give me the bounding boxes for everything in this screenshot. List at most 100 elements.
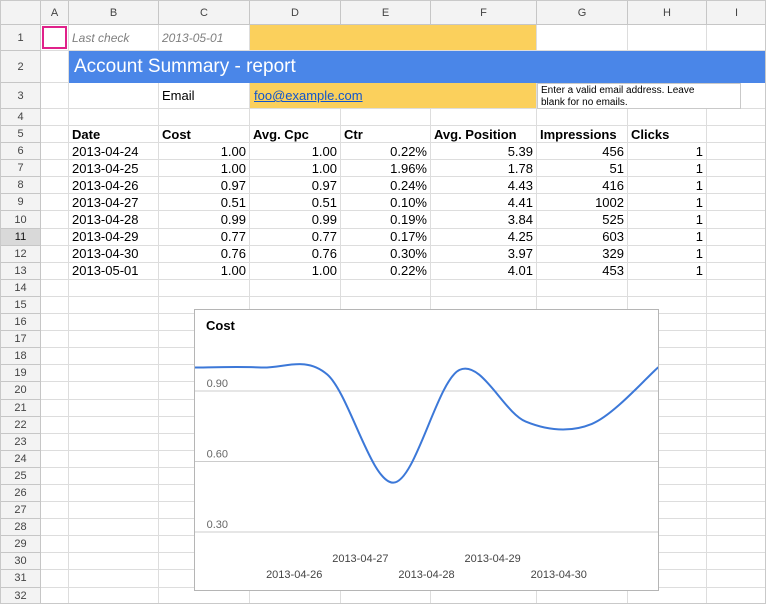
cell-I28[interactable] [707,519,766,536]
cell-F9[interactable]: 4.41 [431,194,537,211]
cell-B25[interactable] [69,468,159,485]
cell-H9[interactable]: 1 [628,194,707,211]
cell-B29[interactable] [69,536,159,553]
row-header-13[interactable]: 13 [1,263,41,280]
column-header-F[interactable]: F [431,1,537,25]
cell-E7[interactable]: 1.96% [341,160,431,177]
cell-A9[interactable] [41,194,69,211]
cell-H4[interactable] [628,109,707,126]
cell-I14[interactable] [707,280,766,297]
cell-C5[interactable]: Cost [159,126,250,143]
cell-D10[interactable]: 0.99 [250,211,341,228]
cell-A31[interactable] [41,570,69,587]
cell-B28[interactable] [69,519,159,536]
cell-F14[interactable] [431,280,537,297]
cell-I22[interactable] [707,417,766,434]
cell-A10[interactable] [41,211,69,228]
cell-B10[interactable]: 2013-04-28 [69,211,159,228]
cell-A6[interactable] [41,143,69,160]
cell-B5[interactable]: Date [69,126,159,143]
cell-I29[interactable] [707,536,766,553]
cell-E11[interactable]: 0.17% [341,229,431,246]
row-header-10[interactable]: 10 [1,211,41,228]
column-header-H[interactable]: H [628,1,707,25]
cost-chart[interactable]: 0.300.600.902013-04-262013-04-272013-04-… [194,309,659,591]
cell-A20[interactable] [41,382,69,399]
cell-I30[interactable] [707,553,766,570]
cell-I12[interactable] [707,246,766,263]
cell-I11[interactable] [707,229,766,246]
cell-I31[interactable] [707,570,766,587]
cell-I17[interactable] [707,331,766,348]
row-header-1[interactable]: 1 [1,25,41,51]
cell-B3[interactable] [69,83,159,109]
cell-E13[interactable]: 0.22% [341,263,431,280]
row-header-31[interactable]: 31 [1,570,41,587]
cell-B32[interactable] [69,588,159,604]
cell-I13[interactable] [707,263,766,280]
cell-I27[interactable] [707,502,766,519]
cell-I15[interactable] [707,297,766,314]
cell-I4[interactable] [707,109,766,126]
cell-C3[interactable]: Email [159,83,250,109]
cell-D9[interactable]: 0.51 [250,194,341,211]
row-header-11[interactable]: 11 [1,229,41,246]
cell-I16[interactable] [707,314,766,331]
cell-G4[interactable] [537,109,628,126]
cell-B8[interactable]: 2013-04-26 [69,177,159,194]
column-header-G[interactable]: G [537,1,628,25]
cell-B26[interactable] [69,485,159,502]
cell-D11[interactable]: 0.77 [250,229,341,246]
cell-G6[interactable]: 456 [537,143,628,160]
cell-A23[interactable] [41,434,69,451]
cell-C4[interactable] [159,109,250,126]
cell-D7[interactable]: 1.00 [250,160,341,177]
row-header-9[interactable]: 9 [1,194,41,211]
cell-I5[interactable] [707,126,766,143]
cell-A5[interactable] [41,126,69,143]
row-header-28[interactable]: 28 [1,519,41,536]
cell-C14[interactable] [159,280,250,297]
cell-A19[interactable] [41,365,69,382]
cell-C6[interactable]: 1.00 [159,143,250,160]
cell-I19[interactable] [707,365,766,382]
cell-A25[interactable] [41,468,69,485]
cell-A22[interactable] [41,417,69,434]
cell-B12[interactable]: 2013-04-30 [69,246,159,263]
cell-E4[interactable] [341,109,431,126]
row-header-26[interactable]: 26 [1,485,41,502]
row-header-32[interactable]: 32 [1,588,41,604]
cell-D5[interactable]: Avg. Cpc [250,126,341,143]
cell-C9[interactable]: 0.51 [159,194,250,211]
cell-B16[interactable] [69,314,159,331]
cell-F10[interactable]: 3.84 [431,211,537,228]
row-header-15[interactable]: 15 [1,297,41,314]
cell-A2[interactable] [41,51,69,83]
cell-A26[interactable] [41,485,69,502]
row-header-30[interactable]: 30 [1,553,41,570]
cell-A17[interactable] [41,331,69,348]
cell-G14[interactable] [537,280,628,297]
cell-G13[interactable]: 453 [537,263,628,280]
cell-H5[interactable]: Clicks [628,126,707,143]
cell-B6[interactable]: 2013-04-24 [69,143,159,160]
cell-F5[interactable]: Avg. Position [431,126,537,143]
row-header-22[interactable]: 22 [1,417,41,434]
cell-I25[interactable] [707,468,766,485]
cell-G11[interactable]: 603 [537,229,628,246]
cell-E5[interactable]: Ctr [341,126,431,143]
cell-C11[interactable]: 0.77 [159,229,250,246]
cell-B17[interactable] [69,331,159,348]
cell-A21[interactable] [41,400,69,417]
cell-A7[interactable] [41,160,69,177]
row-header-18[interactable]: 18 [1,348,41,365]
cell-B30[interactable] [69,553,159,570]
cell-H11[interactable]: 1 [628,229,707,246]
row-header-21[interactable]: 21 [1,400,41,417]
cell-C10[interactable]: 0.99 [159,211,250,228]
cell-D6[interactable]: 1.00 [250,143,341,160]
row-header-6[interactable]: 6 [1,143,41,160]
cell-I26[interactable] [707,485,766,502]
cell-C8[interactable]: 0.97 [159,177,250,194]
cell-A14[interactable] [41,280,69,297]
